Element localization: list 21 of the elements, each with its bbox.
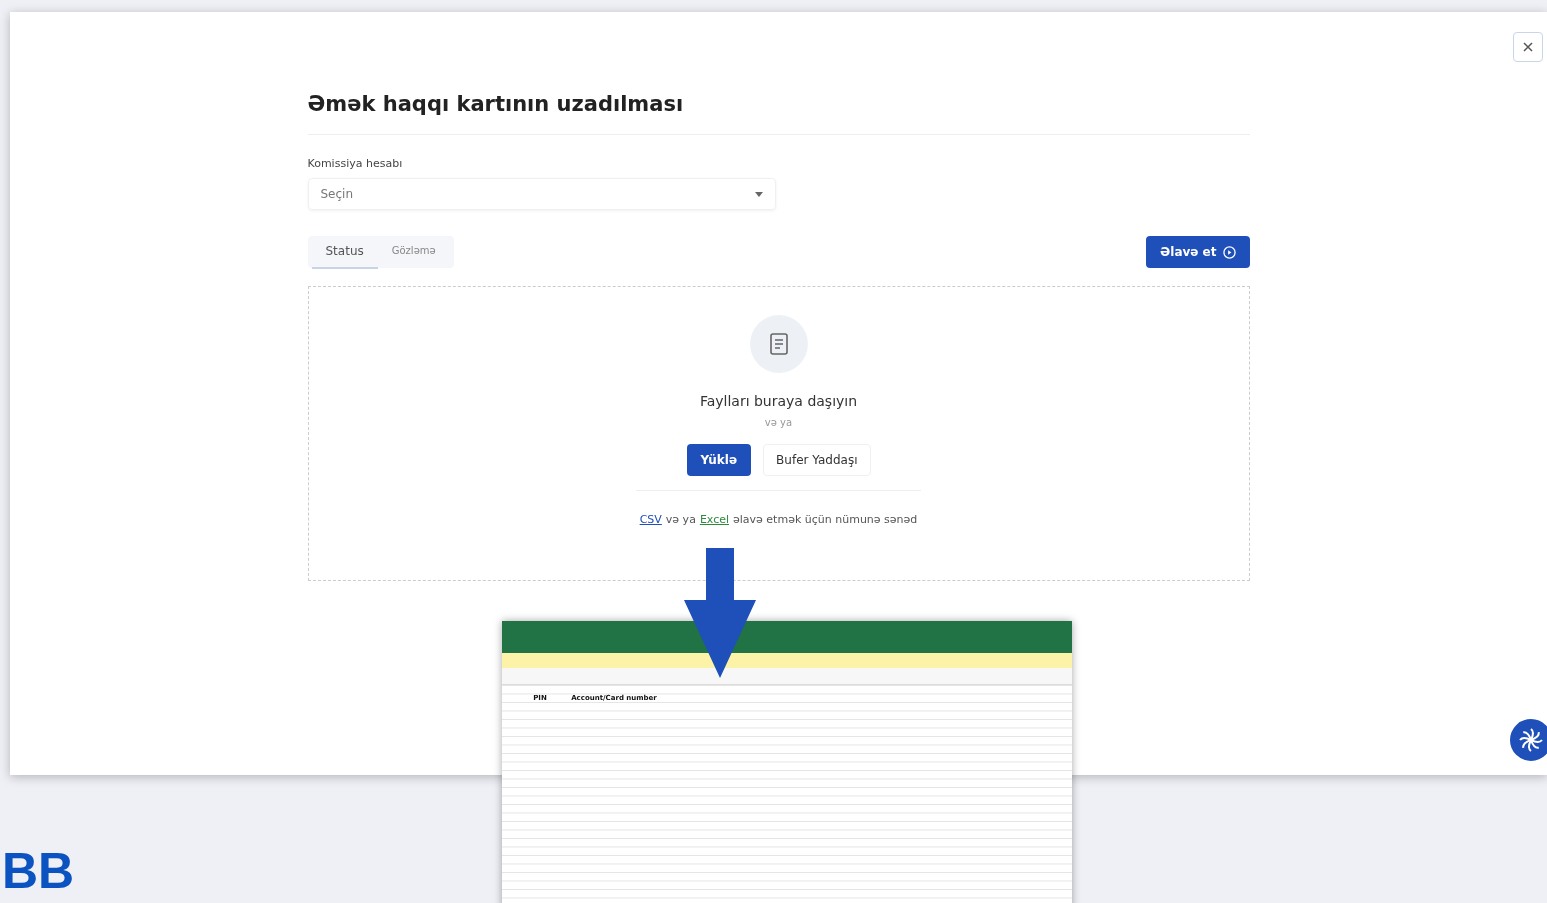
flower-logo-icon	[1517, 726, 1545, 754]
excel-link[interactable]: Excel	[699, 513, 729, 526]
upload-button[interactable]: Yüklə	[686, 444, 752, 476]
close-icon	[1523, 42, 1533, 52]
or-text: və ya	[764, 417, 793, 428]
drop-heading: Faylları buraya daşıyın	[699, 393, 858, 409]
add-button[interactable]: Əlavə et	[1146, 236, 1250, 268]
logo: BB	[2, 846, 75, 896]
document-icon	[769, 333, 788, 355]
field-label: Komissiya hesabı	[307, 157, 404, 170]
note-text: və ya	[665, 513, 696, 526]
note-text: əlavə etmək üçün nümunə sənəd	[733, 513, 918, 526]
tab[interactable]: Status	[311, 235, 378, 269]
csv-link[interactable]: CSV	[639, 513, 662, 526]
dialog-title: Əmək haqqı kartının uzadılması	[307, 92, 1250, 135]
select-field[interactable]: Seçin	[307, 178, 776, 210]
play-circle-icon	[1222, 245, 1236, 259]
drop-zone[interactable]: Faylları buraya daşıyın və ya Yüklə Bufer Yaddaşı CSV və ya Excel əlavə etmək üçün nümunə sənəd	[307, 286, 1250, 581]
close-button[interactable]	[1513, 32, 1543, 62]
clipboard-button[interactable]: Bufer Yaddaşı	[763, 444, 871, 476]
caret-icon	[754, 191, 763, 197]
